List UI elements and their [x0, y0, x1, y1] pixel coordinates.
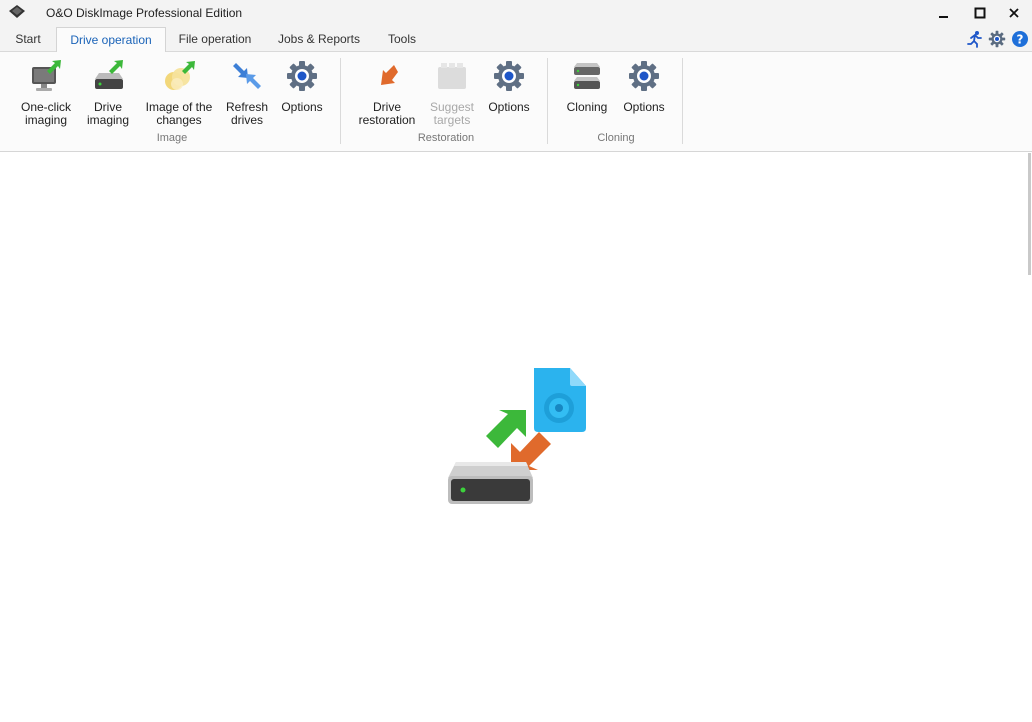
close-icon: [1009, 8, 1019, 18]
button-label: Suggest targets: [429, 100, 475, 127]
button-label: One-click imaging: [20, 100, 71, 127]
gear-icon[interactable]: [988, 30, 1006, 48]
tab-drive-operation[interactable]: Drive operation: [56, 27, 166, 53]
refresh-arrows-icon: [230, 59, 264, 93]
window-title: O&O DiskImage Professional Edition: [46, 6, 243, 20]
app-logo-icon: [8, 4, 26, 20]
suggest-targets-icon: [435, 59, 469, 93]
group-separator: [682, 58, 683, 144]
cloning-options-button[interactable]: Options: [618, 56, 670, 132]
group-label-cloning: Cloning: [597, 132, 635, 144]
restore-arrow-icon: [370, 59, 404, 93]
image-options-button[interactable]: Options: [276, 56, 328, 132]
group-separator: [340, 58, 341, 144]
ribbon-tab-bar: Start Drive operation File operation Job…: [0, 27, 1032, 53]
svg-text:?: ?: [1017, 33, 1024, 47]
tab-start[interactable]: Start: [6, 27, 50, 52]
vertical-scrollbar[interactable]: [1028, 153, 1031, 275]
clone-drives-icon: [570, 59, 604, 93]
button-label: Cloning: [566, 100, 608, 114]
help-icon[interactable]: ?: [1011, 30, 1029, 48]
tab-file-operation[interactable]: File operation: [170, 27, 260, 52]
monitor-arrow-icon: [29, 59, 63, 93]
gear-icon: [492, 59, 526, 93]
title-bar: O&O DiskImage Professional Edition: [0, 0, 1032, 27]
group-label-restoration: Restoration: [417, 132, 475, 144]
suggest-targets-button[interactable]: Suggest targets: [424, 56, 480, 132]
button-label: Drive restoration: [358, 100, 416, 127]
group-separator: [547, 58, 548, 144]
button-label: Options: [281, 100, 323, 114]
drive-image-restore-illustration: [446, 366, 588, 508]
coins-arrow-icon: [162, 59, 196, 93]
minimize-icon: [939, 16, 948, 18]
cloning-button[interactable]: Cloning: [560, 56, 614, 132]
maximize-button[interactable]: [966, 2, 994, 24]
one-click-imaging-button[interactable]: One-click imaging: [14, 56, 78, 132]
group-label-image: Image: [156, 132, 188, 144]
tab-jobs-reports[interactable]: Jobs & Reports: [270, 27, 368, 52]
refresh-drives-button[interactable]: Refresh drives: [222, 56, 272, 132]
ribbon-panel: One-click imaging Drive imaging Image of…: [0, 52, 1032, 152]
tab-tools[interactable]: Tools: [378, 27, 426, 52]
drive-restoration-button[interactable]: Drive restoration: [354, 56, 420, 132]
button-label: Image of the changes: [145, 100, 213, 127]
button-label: Options: [488, 100, 530, 114]
gear-icon: [627, 59, 661, 93]
restoration-options-button[interactable]: Options: [484, 56, 534, 132]
runner-icon[interactable]: [966, 30, 984, 48]
button-label: Refresh drives: [225, 100, 269, 127]
maximize-icon: [974, 7, 986, 19]
close-button[interactable]: [1000, 2, 1028, 24]
drive-imaging-button[interactable]: Drive imaging: [82, 56, 134, 132]
drive-arrow-icon: [91, 59, 125, 93]
button-label: Options: [623, 100, 665, 114]
gear-icon: [285, 59, 319, 93]
image-of-the-changes-button[interactable]: Image of the changes: [140, 56, 218, 132]
minimize-button[interactable]: [930, 2, 958, 24]
button-label: Drive imaging: [86, 100, 130, 127]
